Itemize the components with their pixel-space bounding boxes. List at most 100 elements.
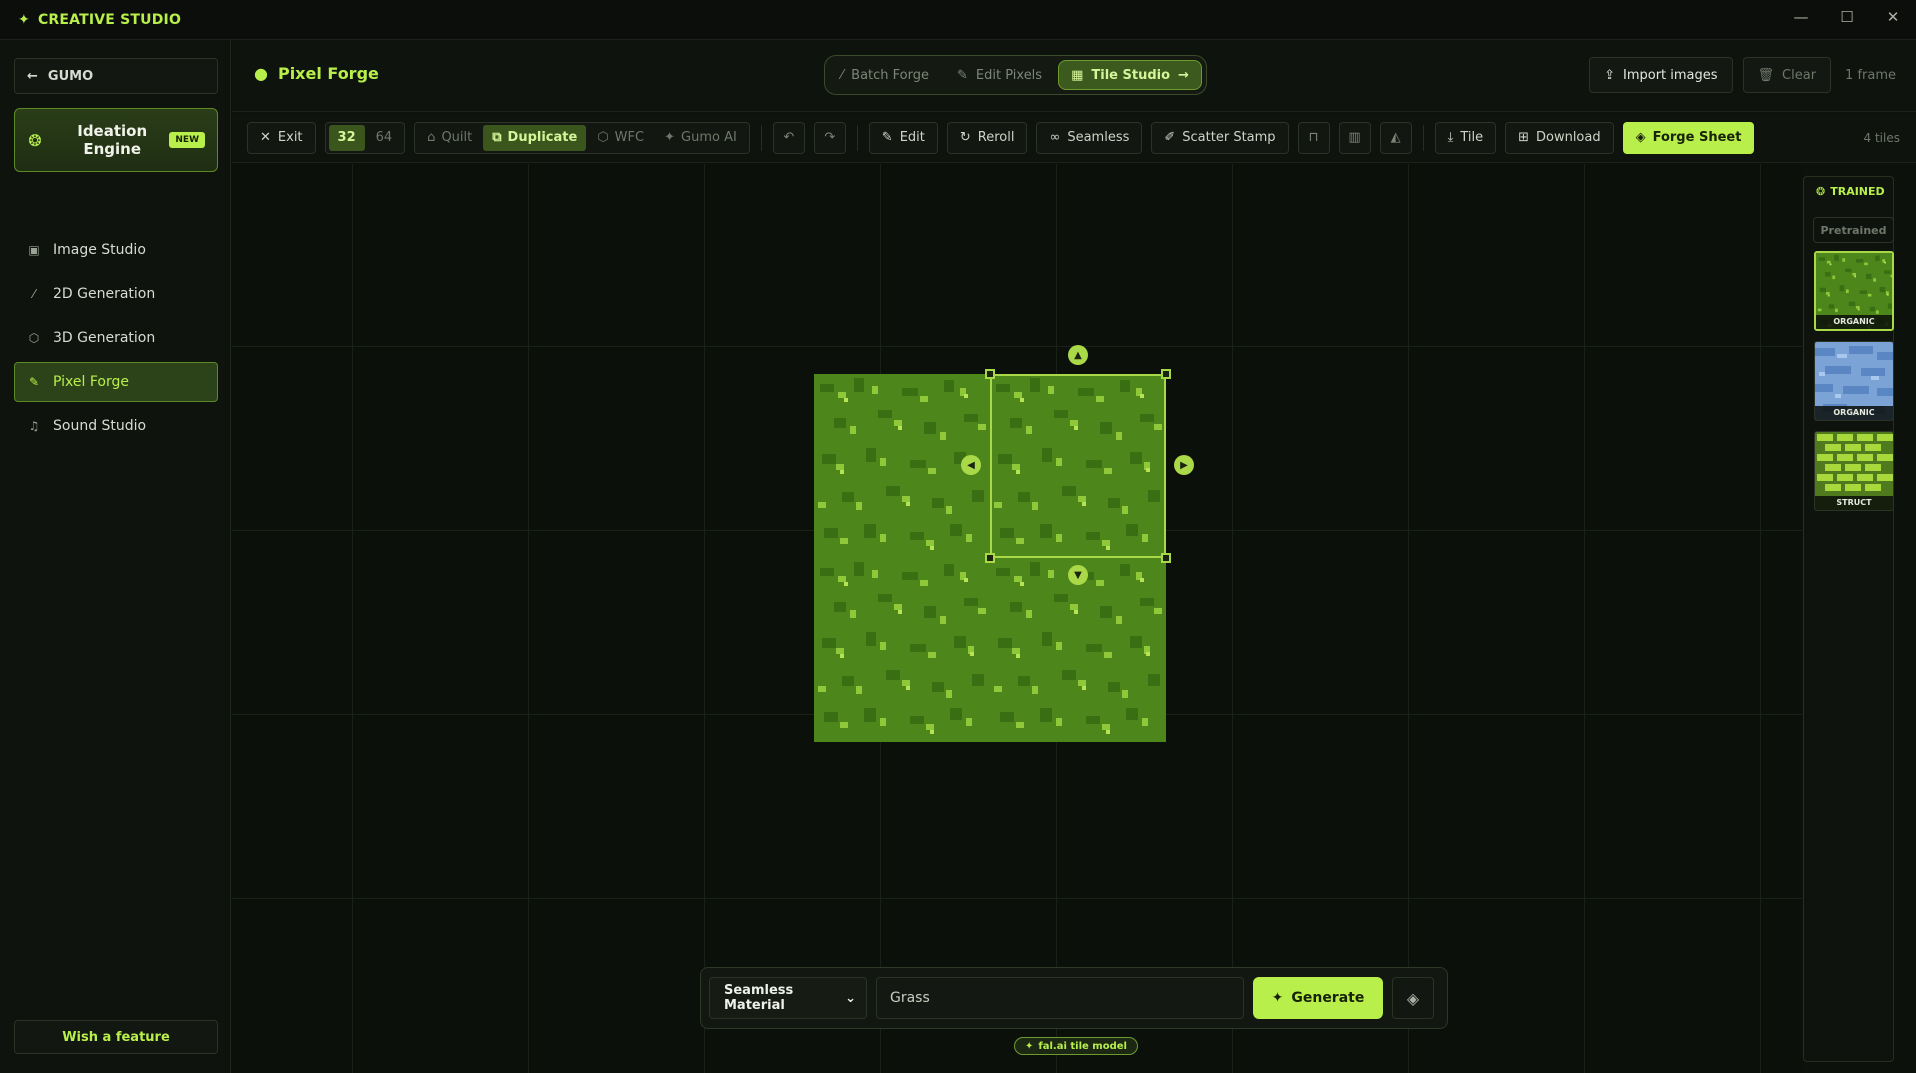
sidebar-item-pixel-forge[interactable]: ✎ Pixel Forge	[14, 362, 218, 402]
fill-button[interactable]: ◭	[1379, 121, 1412, 154]
tab-batch-forge[interactable]: ⁄ Batch Forge	[829, 60, 941, 90]
stamp-icon: ✐	[1164, 130, 1176, 145]
seamless-button[interactable]: ∞ Seamless	[1036, 121, 1143, 154]
mode-duplicate[interactable]: ⧉ Duplicate	[483, 124, 587, 151]
trained-label: TRAINED	[1830, 185, 1885, 198]
app-name: CREATIVE STUDIO	[37, 11, 182, 28]
sparkle-icon: ✦	[18, 11, 30, 28]
sidebar-item-image-studio[interactable]: ▣ Image Studio	[14, 230, 218, 270]
wand-icon: ⁄	[841, 67, 844, 83]
sparkle-icon: ✦	[1025, 1040, 1034, 1052]
lock-button[interactable]: ⊓	[1297, 121, 1330, 154]
redo-button[interactable]: ↷	[813, 121, 846, 154]
page-title-text: Pixel Forge	[277, 64, 379, 83]
arrow-left-icon: ←	[27, 68, 38, 84]
mode-label: Duplicate	[507, 130, 578, 145]
palette-icon: ●	[254, 64, 268, 83]
pencil-icon: ✎	[957, 67, 968, 83]
sidebar-item-label: Sound Studio	[53, 418, 147, 434]
resize-handle-bottom-left[interactable]	[985, 553, 995, 563]
size-64-option[interactable]: 64	[367, 125, 402, 151]
prompt-bar: Seamless Material ⌄ ✦ Generate ◈	[700, 967, 1448, 1029]
selected-tile-outline[interactable]	[990, 374, 1166, 558]
wish-feature-button[interactable]: Wish a feature	[14, 1020, 218, 1054]
sidebar-item-label: 3D Generation	[53, 330, 156, 346]
edit-button[interactable]: ✎ Edit	[868, 121, 938, 154]
new-badge: NEW	[169, 132, 205, 148]
size-32-option[interactable]: 32	[328, 124, 365, 151]
back-label: GUMO	[47, 68, 94, 84]
tile-canvas[interactable]: ▲ ◀ ▶ ▼	[232, 164, 1802, 1073]
sidebar-item-label: Image Studio	[53, 242, 146, 258]
toolbar-divider	[1422, 124, 1424, 151]
quilt-icon: ⌂	[427, 130, 436, 145]
scatter-stamp-button[interactable]: ✐ Scatter Stamp	[1151, 121, 1289, 154]
sidebar: ← GUMO ❂ Ideation Engine NEW ▣ Image Stu…	[0, 40, 231, 1073]
mode-switcher: ⁄ Batch Forge ✎ Edit Pixels ▦ Tile Studi…	[824, 55, 1207, 95]
sidebar-item-2d-generation[interactable]: ⁄ 2D Generation	[14, 274, 218, 314]
arrow-left-icon[interactable]: ◀	[961, 455, 981, 475]
arrow-up-icon[interactable]: ▲	[1068, 345, 1088, 365]
arrow-right-icon[interactable]: ▶	[1174, 455, 1194, 475]
forge-sheet-button[interactable]: ◈ Forge Sheet	[1622, 121, 1755, 154]
import-images-button[interactable]: ⇪ Import images	[1589, 57, 1733, 93]
grass-tile[interactable]	[814, 558, 990, 742]
pretrained-button[interactable]: Pretrained	[1813, 217, 1894, 243]
mode-label: Gumo AI	[681, 130, 737, 145]
reroll-button[interactable]: ↻ Reroll	[946, 121, 1028, 154]
generate-label: Generate	[1291, 990, 1365, 1006]
pencil-icon: ✎	[881, 130, 893, 145]
undo-button[interactable]: ↶	[772, 121, 805, 154]
cube-icon: ⬡	[28, 331, 40, 345]
back-button[interactable]: ← GUMO	[14, 58, 218, 94]
prompt-input[interactable]	[876, 977, 1244, 1019]
material-thumb-grass[interactable]: ORGANIC	[1814, 251, 1894, 331]
layers-button[interactable]: ◈	[1392, 977, 1434, 1019]
minimize-icon[interactable]: —	[1778, 0, 1824, 34]
grid-icon: ⊞	[1518, 130, 1529, 145]
resize-handle-bottom-right[interactable]	[1161, 553, 1171, 563]
layers-icon: ◈	[1406, 988, 1420, 1008]
material-type-value: Seamless Material	[724, 983, 794, 1013]
maximize-icon[interactable]: ☐	[1824, 0, 1870, 34]
download-icon: ⤓	[1447, 130, 1454, 145]
delete-button[interactable]: ▥	[1338, 121, 1371, 154]
material-thumb-brick[interactable]: STRUCT	[1814, 431, 1894, 511]
model-badge: ✦ fal.ai tile model	[1014, 1037, 1138, 1055]
forge-label: Forge Sheet	[1652, 130, 1742, 145]
download-button[interactable]: ⊞ Download	[1505, 121, 1614, 154]
bucket-icon: ◭	[1390, 130, 1401, 145]
ideation-engine-button[interactable]: ❂ Ideation Engine NEW	[14, 108, 218, 172]
grass-tile[interactable]	[990, 558, 1166, 742]
close-icon[interactable]: ✕	[1870, 0, 1916, 34]
exit-button[interactable]: ✕ Exit	[247, 121, 316, 154]
tab-tile-studio[interactable]: ▦ Tile Studio →	[1058, 60, 1202, 90]
material-thumb-water[interactable]: ORGANIC	[1814, 341, 1894, 421]
tile-button[interactable]: ⤓ Tile	[1434, 121, 1497, 154]
link-icon: ∞	[1049, 130, 1061, 145]
resize-handle-top-left[interactable]	[985, 369, 995, 379]
thumb-label: STRUCT	[1815, 496, 1893, 510]
mode-quilt[interactable]: ⌂ Quilt	[418, 125, 481, 151]
material-type-select[interactable]: Seamless Material ⌄	[709, 977, 867, 1019]
clear-button[interactable]: 🗑 Clear	[1742, 57, 1832, 93]
hex-icon: ⬡	[597, 130, 609, 145]
sparkle-icon: ✦	[664, 130, 675, 145]
import-label: Import images	[1622, 67, 1718, 83]
chevron-down-icon: ⌄	[845, 990, 856, 1006]
exit-label: Exit	[277, 130, 303, 145]
trash-icon: ▥	[1348, 130, 1361, 145]
reroll-label: Reroll	[977, 130, 1015, 145]
resize-handle-top-right[interactable]	[1161, 369, 1171, 379]
generate-button[interactable]: ✦ Generate	[1253, 977, 1383, 1019]
mode-wfc[interactable]: ⬡ WFC	[588, 125, 653, 151]
tab-edit-pixels[interactable]: ✎ Edit Pixels	[945, 60, 1054, 90]
mode-gumo-ai[interactable]: ✦ Gumo AI	[655, 125, 746, 151]
sidebar-item-sound-studio[interactable]: ♫ Sound Studio	[14, 406, 218, 446]
upload-icon: ⇪	[1604, 67, 1615, 83]
sidebar-item-label: 2D Generation	[53, 286, 156, 302]
arrow-down-icon[interactable]: ▼	[1068, 565, 1088, 585]
thumb-label: ORGANIC	[1815, 406, 1893, 420]
sidebar-item-3d-generation[interactable]: ⬡ 3D Generation	[14, 318, 218, 358]
trained-header: ❂ TRAINED	[1816, 185, 1885, 198]
